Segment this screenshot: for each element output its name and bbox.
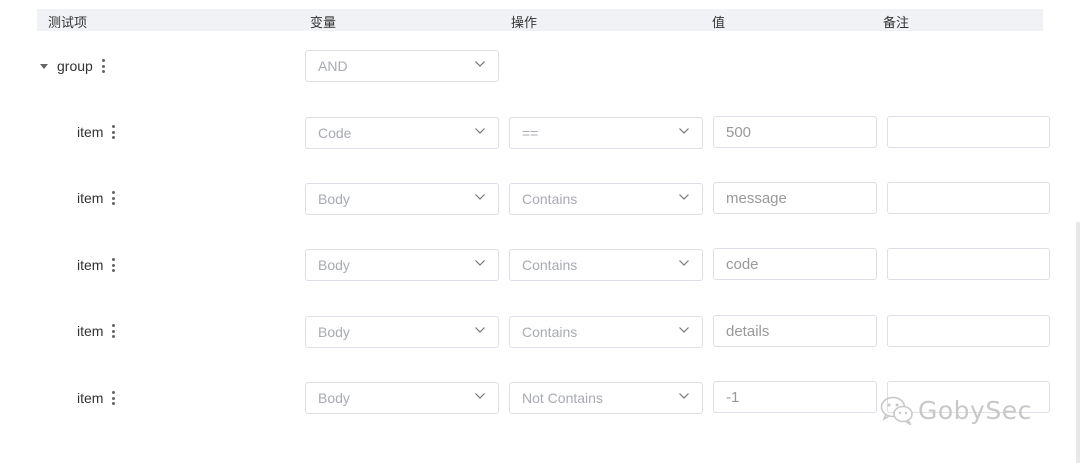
variable-value: Code	[318, 125, 352, 141]
table-header: 测试项 变量 操作 值 备注	[37, 9, 1043, 31]
more-options-icon[interactable]	[112, 324, 116, 338]
operator-value: ==	[522, 125, 539, 141]
item-label-row: item	[77, 257, 116, 273]
item-label-row: item	[77, 190, 116, 206]
chevron-down-icon	[679, 393, 689, 399]
item-label: item	[77, 190, 104, 206]
variable-value: Body	[318, 324, 350, 340]
operator-select[interactable]: Contains	[509, 183, 703, 215]
group-logic-value: AND	[318, 58, 348, 74]
operator-value: Contains	[522, 191, 578, 207]
collapse-caret-icon[interactable]	[40, 63, 48, 69]
variable-value: Body	[318, 257, 350, 273]
operator-value: Contains	[522, 257, 578, 273]
chevron-down-icon	[679, 260, 689, 266]
item-label: item	[77, 257, 104, 273]
group-logic-select[interactable]: AND	[305, 50, 499, 82]
scrollbar[interactable]	[1076, 222, 1080, 463]
item-label-row: item	[77, 390, 116, 406]
value-text: -1	[726, 388, 740, 406]
value-text: details	[726, 322, 770, 340]
group-label: group	[57, 58, 93, 74]
item-label-row: item	[77, 124, 116, 140]
wechat-icon	[880, 396, 913, 425]
note-input[interactable]	[887, 116, 1050, 148]
value-input[interactable]: details	[713, 315, 877, 347]
operator-value: Contains	[522, 324, 578, 340]
variable-select[interactable]: Body	[305, 382, 499, 414]
variable-select[interactable]: Body	[305, 249, 499, 281]
chevron-down-icon	[679, 128, 689, 134]
watermark: GobySec	[880, 395, 1032, 425]
value-text: code	[726, 255, 759, 273]
note-input[interactable]	[887, 315, 1050, 347]
more-options-icon[interactable]	[112, 191, 116, 205]
item-label: item	[77, 390, 104, 406]
watermark-text: GobySec	[918, 395, 1032, 425]
chevron-down-icon	[679, 327, 689, 333]
value-text: message	[726, 189, 787, 207]
more-options-icon[interactable]	[101, 59, 105, 73]
variable-value: Body	[318, 390, 350, 406]
chevron-down-icon	[475, 194, 485, 200]
header-note: 备注	[883, 16, 910, 31]
chevron-down-icon	[475, 128, 485, 134]
chevron-down-icon	[475, 61, 485, 67]
header-operation: 操作	[511, 16, 538, 31]
chevron-down-icon	[475, 260, 485, 266]
note-input[interactable]	[887, 182, 1050, 214]
operator-select[interactable]: Contains	[509, 249, 703, 281]
variable-value: Body	[318, 191, 350, 207]
item-label: item	[77, 323, 104, 339]
header-value: 值	[712, 16, 726, 31]
header-test-item: 测试项	[48, 16, 88, 31]
more-options-icon[interactable]	[112, 258, 116, 272]
value-input[interactable]: 500	[713, 116, 877, 148]
more-options-icon[interactable]	[112, 125, 116, 139]
operator-select[interactable]: Contains	[509, 316, 703, 348]
operator-select[interactable]: Not Contains	[509, 382, 703, 414]
value-text: 500	[726, 123, 752, 141]
variable-select[interactable]: Body	[305, 183, 499, 215]
value-input[interactable]: message	[713, 182, 877, 214]
group-row: group	[40, 58, 105, 74]
variable-select[interactable]: Body	[305, 316, 499, 348]
chevron-down-icon	[475, 327, 485, 333]
item-label-row: item	[77, 323, 116, 339]
note-input[interactable]	[887, 248, 1050, 280]
header-variable: 变量	[310, 16, 337, 31]
item-label: item	[77, 124, 104, 140]
chevron-down-icon	[679, 194, 689, 200]
value-input[interactable]: code	[713, 248, 877, 280]
variable-select[interactable]: Code	[305, 117, 499, 149]
operator-value: Not Contains	[522, 390, 603, 406]
operator-select[interactable]: ==	[509, 117, 703, 149]
more-options-icon[interactable]	[112, 391, 116, 405]
value-input[interactable]: -1	[713, 381, 877, 413]
chevron-down-icon	[475, 393, 485, 399]
